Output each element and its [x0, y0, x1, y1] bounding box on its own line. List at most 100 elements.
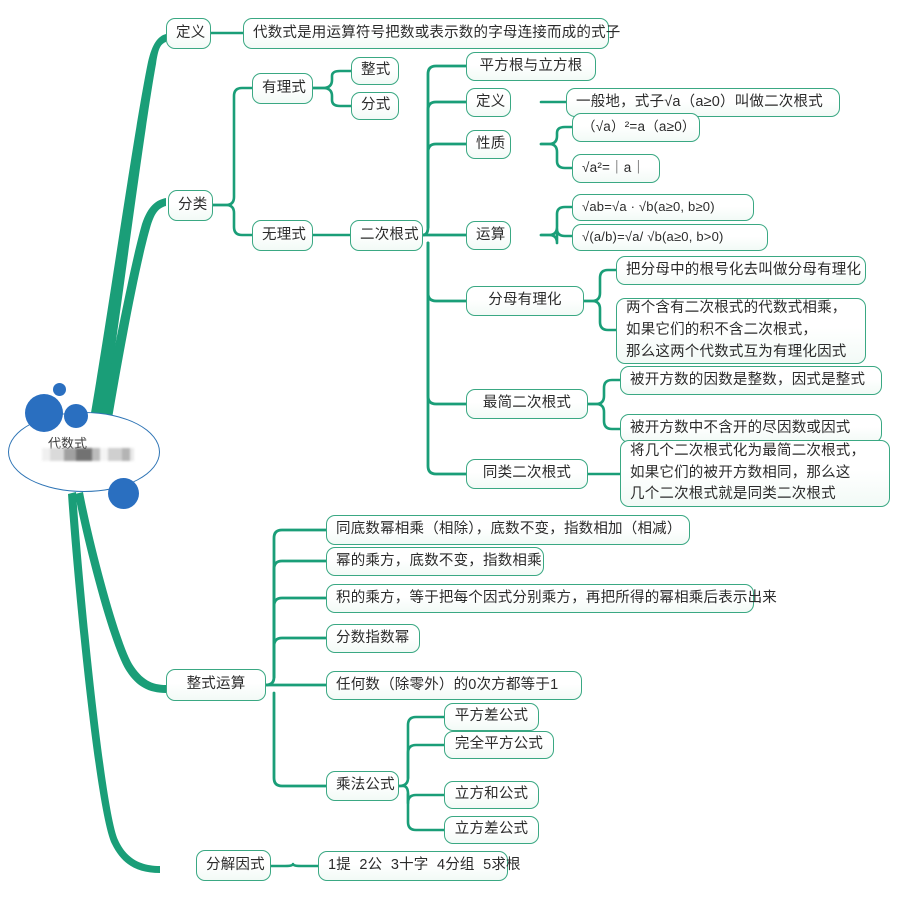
node-zhengshi[interactable]: 整式	[351, 57, 399, 85]
node-fenmu-2[interactable]: 两个含有二次根式的代数式相乘， 如果它们的积不含二次根式， 那么这两个代数式互为…	[616, 298, 866, 364]
node-zuijian-1[interactable]: 被开方数的因数是整数，因式是整式	[620, 366, 882, 395]
root-redacted-text	[42, 448, 134, 461]
link-yunsuan-2	[539, 227, 574, 245]
node-zs-1[interactable]: 同底数幂相乘（相除），底数不变，指数相加（相减）	[326, 515, 690, 545]
link-chengfa-2	[406, 743, 446, 780]
node-zs-3-label: 积的乘方，等于把每个因式分别乘方，再把所得的幂相乘后表示出来	[336, 589, 777, 606]
node-xingzhi[interactable]: 性质	[466, 130, 511, 159]
node-cf-2[interactable]: 完全平方公式	[444, 731, 554, 759]
node-cf-4-label: 立方差公式	[454, 821, 529, 837]
node-wulishi[interactable]: 无理式	[252, 220, 313, 251]
trunk-to-zhengshi-yunsuan	[75, 492, 166, 693]
link-fenlei-wulishi	[211, 203, 254, 237]
node-fenmu[interactable]: 分母有理化	[466, 286, 584, 316]
link-youlishi-fenshi	[311, 86, 353, 108]
node-yunsuan-2[interactable]: √(a/b)=√a/ √b(a≥0, b>0)	[572, 224, 768, 251]
node-chengfa[interactable]: 乘法公式	[326, 771, 399, 801]
link-chengfa-3	[406, 792, 446, 805]
node-zhengshi-yunsuan-label: 整式运算	[186, 676, 246, 692]
link-xingzhi-2	[539, 142, 574, 170]
link-zsyunsuan-1	[264, 528, 328, 687]
node-erci-dingyi-label: 定义	[476, 93, 506, 110]
node-erci-dingyi[interactable]: 定义	[466, 88, 511, 117]
link-zuijian-2	[586, 402, 622, 431]
link-erci-tonglei	[426, 241, 468, 476]
node-cf-2-label: 完全平方公式	[454, 736, 544, 752]
node-zuijian-1-label: 被开方数的因数是整数，因式是整式	[630, 371, 866, 388]
node-erci[interactable]: 二次根式	[350, 220, 423, 251]
node-xingzhi-1[interactable]: （√a）²=a（a≥0）	[572, 113, 700, 142]
node-dingyi-desc[interactable]: 代数式是用运算符号把数或表示数的字母连接而成的式子	[243, 18, 621, 49]
link-zsyunsuan-3	[272, 596, 328, 679]
link-erci-pingfangli	[421, 64, 468, 237]
node-tonglei-label: 同类二次根式	[482, 465, 572, 481]
node-zs-2-label: 幂的乘方，底数不变，指数相乘	[336, 552, 542, 569]
node-zs-3[interactable]: 积的乘方，等于把每个因式分别乘方，再把所得的幂相乘后表示出来	[326, 584, 777, 613]
node-yunsuan-1[interactable]: √ab=√a · √b(a≥0, b≥0)	[572, 194, 754, 221]
node-zuijian-label: 最简二次根式	[482, 395, 572, 411]
node-tonglei-1[interactable]: 将几个二次根式化为最简二次根式， 如果它们的被开方数相同，那么这 几个二次根式就…	[620, 440, 890, 507]
node-fenlei[interactable]: 分类	[168, 190, 213, 221]
link-zuijian-1	[586, 378, 622, 406]
node-cf-1[interactable]: 平方差公式	[444, 703, 539, 731]
node-yunsuan-1-label: √ab=√a · √b(a≥0, b≥0)	[582, 198, 715, 214]
node-xingzhi-2-label: √a²=｜a｜	[582, 160, 646, 176]
node-zs-1-label: 同底数幂相乘（相除），底数不变，指数相加（相减）	[336, 521, 682, 537]
node-cf-3-label: 立方和公式	[454, 786, 529, 802]
node-yunsuan-label: 运算	[476, 226, 506, 243]
node-zuijian-2[interactable]: 被开方数中不含开的尽因数或因式	[620, 414, 882, 443]
node-fenjie-1[interactable]: 1提 2公 3十字 4分组 5求根	[318, 851, 521, 881]
link-chengfa-1	[397, 715, 446, 788]
node-xingzhi-label: 性质	[476, 135, 506, 152]
link-zsyunsuan-2	[272, 559, 328, 679]
node-youlishi[interactable]: 有理式	[252, 73, 313, 104]
link-chengfa-4	[397, 784, 446, 832]
node-xingzhi-2[interactable]: √a²=｜a｜	[572, 154, 660, 183]
node-erci-dingyi-desc-label: 一般地，式子√a（a≥0）叫做二次根式	[576, 93, 823, 110]
link-yunsuan-1	[539, 205, 574, 237]
link-erci-xingzhi	[426, 142, 468, 229]
link-xingzhi-1	[539, 125, 574, 146]
node-zs-4-label: 分数指数幂	[336, 629, 410, 646]
node-zuijian[interactable]: 最简二次根式	[466, 389, 588, 419]
node-zs-5[interactable]: 任何数（除零外）的0次方都等于1	[326, 671, 582, 700]
link-erci-dingyi	[426, 100, 468, 229]
node-fenjie-label: 分解因式	[206, 856, 265, 873]
link-erci-zuijian	[426, 241, 468, 406]
node-pingfang-ligfang-label: 平方根与立方根	[479, 57, 583, 74]
node-tonglei[interactable]: 同类二次根式	[466, 459, 588, 489]
node-fenshi[interactable]: 分式	[351, 92, 399, 120]
root-decor-circle-bottom	[108, 478, 139, 509]
node-fenmu-label: 分母有理化	[488, 292, 562, 308]
node-zhengshi-label: 整式	[361, 62, 391, 78]
node-dingyi-desc-label: 代数式是用运算符号把数或表示数的字母连接而成的式子	[253, 24, 621, 41]
node-fenmu-1[interactable]: 把分母中的根号化去叫做分母有理化	[616, 256, 866, 285]
node-fenjie[interactable]: 分解因式	[196, 850, 271, 881]
node-zs-4[interactable]: 分数指数幂	[326, 624, 420, 653]
root-decor-circle-large	[25, 394, 63, 432]
link-fenjie-desc	[269, 862, 320, 868]
node-xingzhi-1-label: （√a）²=a（a≥0）	[582, 119, 696, 135]
node-yunsuan-2-label: √(a/b)=√a/ √b(a≥0, b>0)	[582, 228, 724, 244]
node-fenshi-label: 分式	[361, 97, 391, 113]
node-cf-1-label: 平方差公式	[454, 708, 529, 724]
root-decor-circle-small	[53, 383, 66, 396]
root-decor-circle-medium	[64, 404, 88, 428]
node-zuijian-2-label: 被开方数中不含开的尽因数或因式	[630, 419, 851, 436]
node-yunsuan[interactable]: 运算	[466, 221, 511, 250]
node-dingyi-label: 定义	[176, 24, 206, 41]
node-zhengshi-yunsuan[interactable]: 整式运算	[166, 669, 266, 701]
node-zs-2[interactable]: 幂的乘方，底数不变，指数相乘	[326, 547, 544, 576]
node-wulishi-label: 无理式	[262, 226, 307, 243]
node-fenmu-2-label: 两个含有二次根式的代数式相乘， 如果它们的积不含二次根式， 那么这两个代数式互为…	[626, 300, 847, 360]
node-cf-4[interactable]: 立方差公式	[444, 816, 539, 844]
node-fenjie-1-label: 1提 2公 3十字 4分组 5求根	[328, 857, 521, 873]
link-fenmu-1	[582, 268, 618, 303]
node-pingfang-ligfang[interactable]: 平方根与立方根	[466, 52, 596, 81]
node-cf-3[interactable]: 立方和公式	[444, 781, 539, 809]
trunk-to-fenjie	[68, 492, 160, 873]
link-fenmu-2	[582, 299, 618, 332]
link-erci-fenmu	[426, 241, 468, 303]
node-dingyi[interactable]: 定义	[166, 18, 211, 49]
node-chengfa-label: 乘法公式	[336, 777, 395, 793]
